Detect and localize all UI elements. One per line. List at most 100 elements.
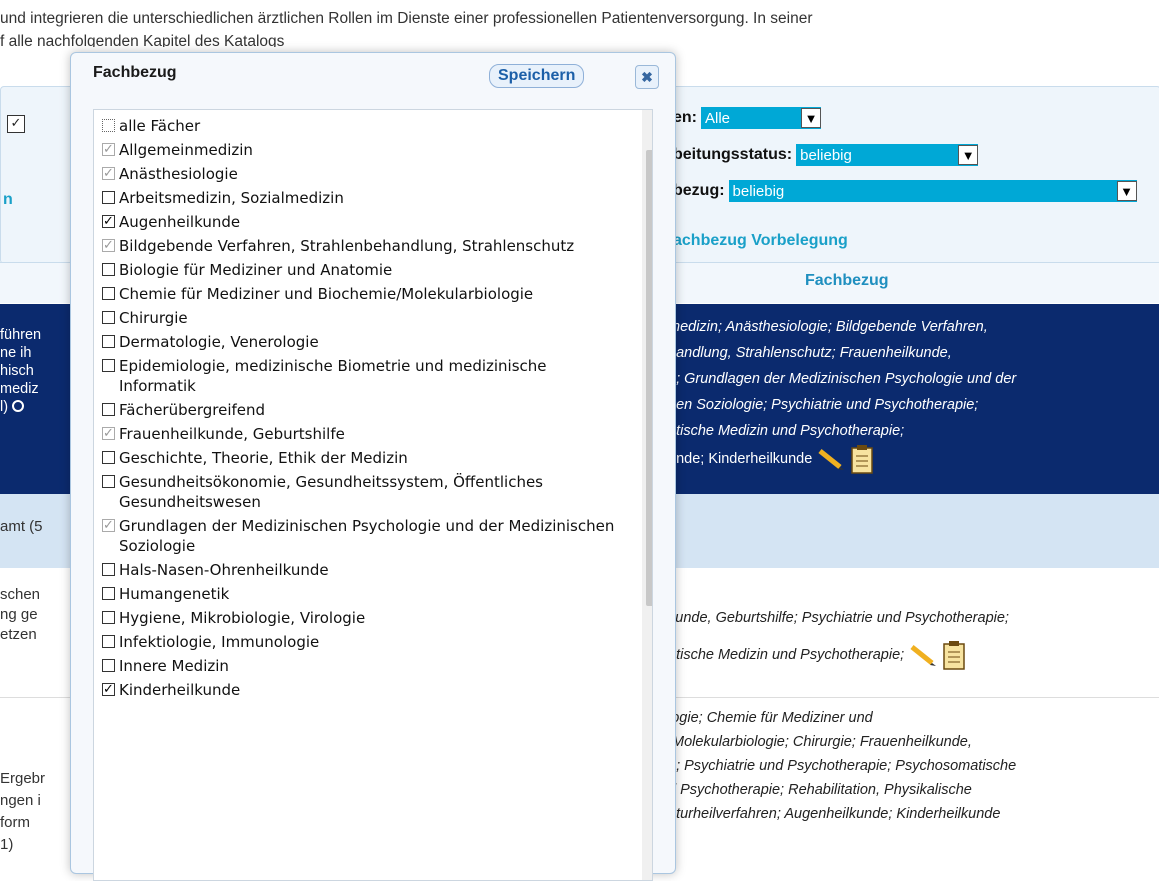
checkbox[interactable] xyxy=(102,611,115,624)
checkbox[interactable] xyxy=(102,403,115,416)
checkbox[interactable] xyxy=(102,516,115,536)
checklist-item-label: Dermatologie, Venerologie xyxy=(119,333,319,351)
fach-list: alle Fächer Allgemeinmedizin Anästhesiolog… xyxy=(102,116,622,704)
checkbox[interactable] xyxy=(102,680,115,700)
left-select-caret[interactable]: ✓ xyxy=(7,115,25,133)
checkbox[interactable] xyxy=(102,359,115,372)
row1-left-line: hisch xyxy=(0,363,34,379)
scrollbar-thumb[interactable] xyxy=(646,150,652,606)
checkbox[interactable] xyxy=(102,563,115,576)
checklist-item-label: Allgemeinmedizin xyxy=(119,141,253,159)
checklist-item-label: Chemie für Mediziner und Biochemie/Molek… xyxy=(119,285,534,303)
row4-fach-line: logie; Chemie für Mediziner und xyxy=(668,710,873,726)
checklist-item[interactable]: Frauenheilkunde, Geburtshilfe xyxy=(102,424,622,444)
checklist-item[interactable]: Hygiene, Mikrobiologie, Virologie xyxy=(102,608,622,628)
row4-left-line: ngen i xyxy=(0,792,41,809)
filter-select-3-value: beliebig xyxy=(732,182,785,200)
left-link[interactable]: n xyxy=(3,191,13,209)
checklist-item[interactable]: Bildgebende Verfahren, Strahlenbehandlun… xyxy=(102,236,622,256)
checkbox[interactable] xyxy=(102,212,115,232)
checklist-item[interactable]: Chirurgie xyxy=(102,308,622,328)
checkbox[interactable] xyxy=(102,140,115,160)
scroll-up-icon[interactable]: ^ xyxy=(642,120,652,138)
checkbox[interactable] xyxy=(102,635,115,648)
checkbox[interactable] xyxy=(102,587,115,600)
checkbox[interactable] xyxy=(102,287,115,300)
checklist-item[interactable]: Gesundheitsökonomie, Gesundheitssystem, … xyxy=(102,472,622,512)
checklist-item[interactable]: Allgemeinmedizin xyxy=(102,140,622,160)
preset-link[interactable]: achbezug Vorbelegung xyxy=(673,232,848,250)
checklist-item[interactable]: Chemie für Mediziner und Biochemie/Molek… xyxy=(102,284,622,304)
checkbox[interactable] xyxy=(102,659,115,672)
checklist-item-label: Chirurgie xyxy=(119,309,188,327)
row4-fach-line: aturheilverfahren; Augenheilkunde; Kinde… xyxy=(668,806,1001,822)
filter-select-2[interactable]: beliebig ▼ xyxy=(796,144,979,166)
clipboard-icon[interactable] xyxy=(942,640,966,670)
row3-left-line: ng ge xyxy=(0,606,38,623)
checklist-item-label: Epidemiologie, medizinische Biometrie un… xyxy=(119,357,547,395)
row4-left-line: Ergebr xyxy=(0,770,46,787)
row1-fach-line: unde; Kinderheilkunde xyxy=(668,450,813,467)
fach-checklist[interactable]: alle Fächer Allgemeinmedizin Anästhesiolog… xyxy=(93,109,653,881)
checklist-item[interactable]: Innere Medizin xyxy=(102,656,622,676)
filter-select-2-value: beliebig xyxy=(800,146,852,164)
checklist-item[interactable]: Kinderheilkunde xyxy=(102,680,622,700)
checklist-item[interactable]: Grundlagen der Medizinischen Psychologie… xyxy=(102,516,622,556)
checkbox[interactable] xyxy=(102,191,115,204)
row3-fach-line: atische Medizin und Psychotherapie; xyxy=(668,646,905,663)
checklist-item-label: Anästhesiologie xyxy=(119,165,238,183)
checklist-item[interactable]: Epidemiologie, medizinische Biometrie un… xyxy=(102,356,622,396)
checklist-item[interactable]: Hals-Nasen-Ohrenheilkunde xyxy=(102,560,622,580)
checkbox[interactable] xyxy=(102,311,115,324)
checklist-item-label: Humangenetik xyxy=(119,585,230,603)
checklist-item-label: Infektiologie, Immunologie xyxy=(119,633,320,651)
checkbox[interactable] xyxy=(102,335,115,348)
checklist-item[interactable]: Geschichte, Theorie, Ethik der Medizin xyxy=(102,448,622,468)
checkbox[interactable] xyxy=(102,424,115,444)
row1-left-line: mediz xyxy=(0,381,39,397)
checklist-item-label: Gesundheitsökonomie, Gesundheitssystem, … xyxy=(119,473,543,511)
checklist-item[interactable]: Dermatologie, Venerologie xyxy=(102,332,622,352)
checklist-item[interactable]: Fächerübergreifend xyxy=(102,400,622,420)
filter-label-1: en: xyxy=(673,109,697,126)
checklist-item[interactable]: Augenheilkunde xyxy=(102,212,622,232)
dialog-title: Fachbezug xyxy=(93,64,177,81)
filter-select-3[interactable]: beliebig ▼ xyxy=(728,180,1137,202)
pencil-icon[interactable] xyxy=(908,643,938,667)
checklist-item[interactable]: Humangenetik xyxy=(102,584,622,604)
filter-select-1-value: Alle xyxy=(705,109,731,127)
row4-fach-line: /Molekularbiologie; Chirurgie; Frauenhei… xyxy=(668,734,972,750)
chevron-down-icon: ▼ xyxy=(801,108,821,128)
row4-fach-line: d Psychotherapie; Rehabilitation, Physik… xyxy=(668,782,972,798)
fachbezug-dialog: Fachbezug Speichern ✖ alle Fächer Allgeme… xyxy=(70,52,676,881)
filter-select-1[interactable]: Alle ▼ xyxy=(701,107,821,129)
checkbox[interactable] xyxy=(102,236,115,256)
checklist-item[interactable]: Arbeitsmedizin, Sozialmedizin xyxy=(102,188,622,208)
checklist-item-label: Hals-Nasen-Ohrenheilkunde xyxy=(119,561,329,579)
checklist-item[interactable]: Anästhesiologie xyxy=(102,164,622,184)
checkbox[interactable] xyxy=(102,263,115,276)
checklist-item-label: Augenheilkunde xyxy=(119,213,241,231)
checkbox[interactable] xyxy=(102,119,115,132)
save-button[interactable]: Speichern xyxy=(489,64,585,88)
checkbox[interactable] xyxy=(102,475,115,488)
intro-text-line2: f alle nachfolgenden Kapitel des Katalog… xyxy=(0,33,285,47)
checklist-item[interactable]: Infektiologie, Immunologie xyxy=(102,632,622,652)
clipboard-icon[interactable] xyxy=(850,444,874,474)
checkbox[interactable] xyxy=(102,164,115,184)
checklist-item-label: Geschichte, Theorie, Ethik der Medizin xyxy=(119,449,408,467)
chevron-down-icon: ▼ xyxy=(1116,181,1137,201)
checklist-item[interactable]: alle Fächer xyxy=(102,116,622,136)
magnifier-icon[interactable] xyxy=(12,400,25,412)
checklist-item-label: Fächerübergreifend xyxy=(119,401,266,419)
checklist-item[interactable]: Biologie für Mediziner und Anatomie xyxy=(102,260,622,280)
checklist-item-label: Bildgebende Verfahren, Strahlenbehandlun… xyxy=(119,237,575,255)
checklist-item-label: Kinderheilkunde xyxy=(119,681,241,699)
checklist-item-label: Grundlagen der Medizinischen Psychologie… xyxy=(119,517,615,555)
close-icon[interactable]: ✖ xyxy=(635,65,659,89)
row1-fach-line: hen Soziologie; Psychiatrie und Psychoth… xyxy=(668,397,979,413)
pencil-icon[interactable] xyxy=(816,447,846,471)
checklist-item-label: Frauenheilkunde, Geburtshilfe xyxy=(119,425,345,443)
column-header-fachbezug[interactable]: Fachbezug xyxy=(805,272,889,290)
checkbox[interactable] xyxy=(102,451,115,464)
